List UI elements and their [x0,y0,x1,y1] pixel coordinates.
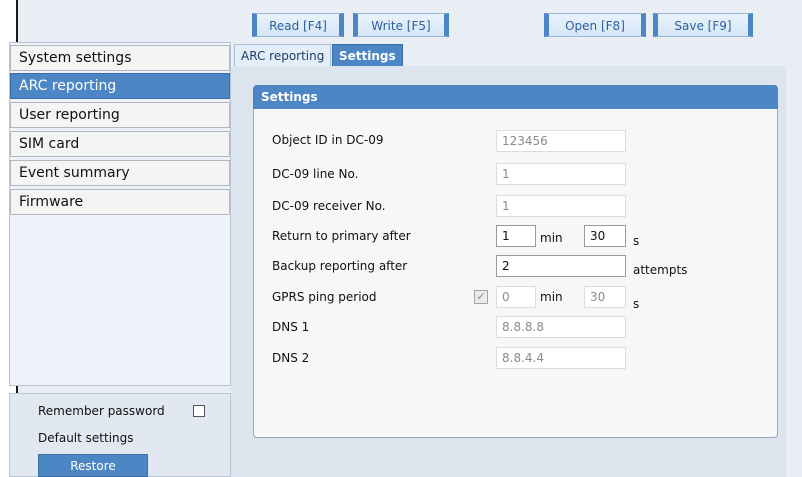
default-settings-label: Default settings [38,431,134,445]
return-primary-sec-unit: s [633,234,640,248]
gprs-ping-min-field[interactable]: 0 [496,286,536,308]
read-button[interactable]: Read [F4] [252,13,344,37]
tab-settings[interactable]: Settings [332,44,403,68]
return-primary-sec-field[interactable]: 30 [584,225,626,247]
sidebar: System settings ARC reporting User repor… [9,42,231,386]
sidebar-item-system-settings[interactable]: System settings [10,45,230,71]
backup-reporting-label: Backup reporting after [272,259,408,273]
gprs-ping-label: GPRS ping period [272,290,377,304]
settings-group-header: Settings [253,85,778,109]
object-id-field[interactable]: 123456 [496,130,626,152]
gprs-ping-min-unit: min [540,290,563,304]
return-primary-label: Return to primary after [272,229,411,243]
return-primary-min-unit: min [540,231,563,245]
receiver-no-label: DC-09 receiver No. [272,199,386,213]
dns1-label: DNS 1 [272,320,310,334]
gprs-ping-sec-unit: s [633,297,640,311]
open-button[interactable]: Open [F8] [544,13,646,37]
backup-reporting-field[interactable]: 2 [496,255,626,277]
sidebar-item-sim-card[interactable]: SIM card [10,131,230,157]
sidebar-item-arc-reporting[interactable]: ARC reporting [10,73,230,99]
gprs-ping-checkbox[interactable]: ✓ [474,290,488,304]
write-button[interactable]: Write [F5] [353,13,449,37]
tab-arc-reporting[interactable]: ARC reporting [234,44,332,68]
return-primary-min-field[interactable]: 1 [496,225,536,247]
sidebar-item-event-summary[interactable]: Event summary [10,160,230,186]
gprs-ping-sec-field[interactable]: 30 [584,286,626,308]
line-no-field[interactable]: 1 [496,163,626,185]
save-button[interactable]: Save [F9] [653,13,753,37]
remember-password-label: Remember password [38,404,165,418]
object-id-label: Object ID in DC-09 [272,133,384,147]
sidebar-item-firmware[interactable]: Firmware [10,189,230,215]
receiver-no-field[interactable]: 1 [496,195,626,217]
backup-reporting-unit: attempts [633,263,688,277]
dns2-field[interactable]: 8.8.4.4 [496,347,626,369]
dns2-label: DNS 2 [272,351,310,365]
restore-button[interactable]: Restore [38,454,148,477]
line-no-label: DC-09 line No. [272,167,359,181]
remember-password-checkbox[interactable] [193,405,205,417]
dns1-field[interactable]: 8.8.8.8 [496,316,626,338]
sidebar-item-user-reporting[interactable]: User reporting [10,102,230,128]
